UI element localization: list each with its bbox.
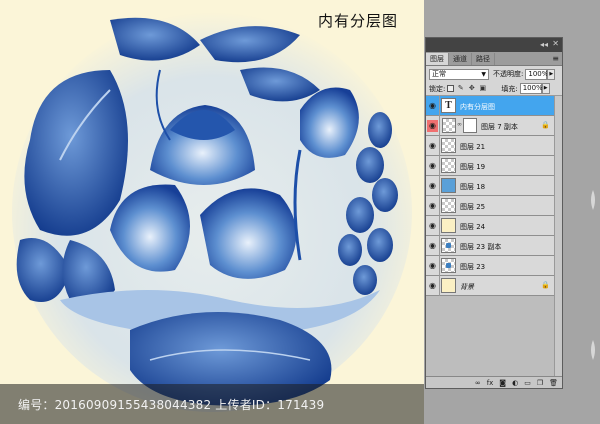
opacity-slider-toggle[interactable]: ▶ xyxy=(547,68,556,80)
close-icon[interactable]: ✕ xyxy=(552,39,559,48)
eye-icon[interactable]: ◉ xyxy=(427,280,438,292)
layer-thumbnail xyxy=(441,258,456,273)
layer-thumbnail xyxy=(442,118,456,133)
blue-porcelain-lotus-artwork xyxy=(12,12,412,412)
mask-icon[interactable]: ◙ xyxy=(499,378,506,388)
layer-row-23[interactable]: ◉ 图层 23 xyxy=(426,256,554,276)
watermark-bar: 编号：20160909155438044382 上传者ID：171439 xyxy=(0,384,424,424)
edge-decoration xyxy=(591,190,595,360)
new-layer-icon[interactable]: ❐ xyxy=(537,378,543,388)
eye-icon[interactable]: ◉ xyxy=(427,100,438,112)
layer-name: 内有分层图 xyxy=(460,103,495,111)
layer-name: 图层 24 xyxy=(460,223,486,231)
eye-icon[interactable]: ◉ xyxy=(427,140,438,152)
layer-name: 图层 7 副本 xyxy=(481,123,518,131)
fx-icon[interactable]: fx xyxy=(487,378,494,388)
layer-list[interactable]: ◉ T 内有分层图 ◉ ∞ 图层 7 副本 🔒 ◉ 图层 21 ◉ 图层 19 … xyxy=(426,96,562,378)
layer-row-19[interactable]: ◉ 图层 19 xyxy=(426,156,554,176)
text-layer-thumbnail: T xyxy=(441,98,456,113)
collapse-icon[interactable]: ◂◂ xyxy=(540,40,548,49)
eye-icon[interactable]: ◉ xyxy=(427,260,438,272)
layer-name: 图层 21 xyxy=(460,143,486,151)
layer-row-23-copy[interactable]: ◉ 图层 23 副本 xyxy=(426,236,554,256)
blend-row: 正常 ▼ 不透明度: 100% ▶ xyxy=(426,66,562,82)
eye-icon[interactable]: ◉ xyxy=(427,240,438,252)
eye-icon[interactable]: ◉ xyxy=(427,160,438,172)
document-canvas[interactable]: 内有分层图 编号：20160909155438044382 上传者ID：1714… xyxy=(0,0,424,424)
lock-row: 锁定: ✎ ✥ ▣ 填充: 100% ▶ xyxy=(426,82,562,96)
lock-label: 锁定: xyxy=(429,84,446,93)
layer-list-scrollbar[interactable] xyxy=(554,96,562,378)
layer-name: 图层 23 xyxy=(460,263,486,271)
lock-all-icon[interactable]: ▣ xyxy=(478,84,487,93)
adjustment-icon[interactable]: ◐ xyxy=(512,378,518,388)
watermark-text: 编号：20160909155438044382 上传者ID：171439 xyxy=(18,398,325,412)
layer-thumbnail xyxy=(441,178,456,193)
eye-icon[interactable]: ◉ xyxy=(427,200,438,212)
folder-icon[interactable]: ▭ xyxy=(524,378,531,388)
lock-icon: 🔒 xyxy=(541,281,550,289)
layer-name: 背景 xyxy=(460,283,474,291)
tab-layers[interactable]: 图层 xyxy=(426,53,449,65)
panel-menu-icon[interactable]: ≡ xyxy=(552,54,559,63)
fill-slider-toggle[interactable]: ▶ xyxy=(541,83,550,94)
layer-name: 图层 23 副本 xyxy=(460,243,502,251)
opacity-label: 不透明度: xyxy=(493,70,524,78)
layer-row-7-copy[interactable]: ◉ ∞ 图层 7 副本 🔒 xyxy=(426,116,554,136)
panel-header[interactable]: ◂◂ ✕ xyxy=(426,38,562,52)
eye-icon[interactable]: ◉ xyxy=(427,220,438,232)
panel-tabs: 图层 通道 路径 ≡ xyxy=(426,52,562,66)
lock-icon: 🔒 xyxy=(541,121,550,129)
eye-icon[interactable]: ◉ xyxy=(427,180,438,192)
layer-row-text[interactable]: ◉ T 内有分层图 xyxy=(426,96,554,116)
blend-mode-value: 正常 xyxy=(432,69,446,78)
lock-position-icon[interactable]: ✥ xyxy=(467,84,476,93)
fill-input[interactable]: 100% xyxy=(519,83,543,94)
layer-thumbnail xyxy=(441,198,456,213)
link-icon[interactable]: ∞ xyxy=(475,378,481,388)
layer-thumbnail xyxy=(441,278,456,293)
layers-panel-footer: ∞ fx ◙ ◐ ▭ ❐ 🗑 xyxy=(426,376,562,388)
layer-row-background[interactable]: ◉ 背景 🔒 xyxy=(426,276,554,296)
layer-thumbnail xyxy=(441,238,456,253)
layer-thumbnail xyxy=(441,138,456,153)
lock-transparency-icon[interactable] xyxy=(447,85,455,92)
layer-name: 图层 18 xyxy=(460,183,486,191)
opacity-input[interactable]: 100% xyxy=(525,68,548,80)
tab-paths[interactable]: 路径 xyxy=(472,53,495,65)
chain-link-icon[interactable]: ∞ xyxy=(457,121,462,128)
layers-panel: ◂◂ ✕ 图层 通道 路径 ≡ 正常 ▼ 不透明度: 100% ▶ 锁定: ✎ … xyxy=(425,37,563,389)
layer-row-25[interactable]: ◉ 图层 25 xyxy=(426,196,554,216)
lock-pixels-icon[interactable]: ✎ xyxy=(456,84,465,93)
layer-name: 图层 25 xyxy=(460,203,486,211)
eye-icon[interactable]: ◉ xyxy=(427,120,438,132)
canvas-title-text: 内有分层图 xyxy=(318,12,399,30)
layer-row-18[interactable]: ◉ 图层 18 xyxy=(426,176,554,196)
blend-mode-select[interactable]: 正常 ▼ xyxy=(429,68,489,80)
layer-row-24[interactable]: ◉ 图层 24 xyxy=(426,216,554,236)
layer-thumbnail xyxy=(441,158,456,173)
layer-name: 图层 19 xyxy=(460,163,486,171)
trash-icon[interactable]: 🗑 xyxy=(549,378,558,388)
tab-channels[interactable]: 通道 xyxy=(449,53,472,65)
layer-mask-thumbnail[interactable] xyxy=(463,118,477,133)
layer-thumbnail xyxy=(441,218,456,233)
dropdown-arrow-icon: ▼ xyxy=(481,70,486,78)
fill-label: 填充: xyxy=(501,84,518,93)
layer-row-21[interactable]: ◉ 图层 21 xyxy=(426,136,554,156)
